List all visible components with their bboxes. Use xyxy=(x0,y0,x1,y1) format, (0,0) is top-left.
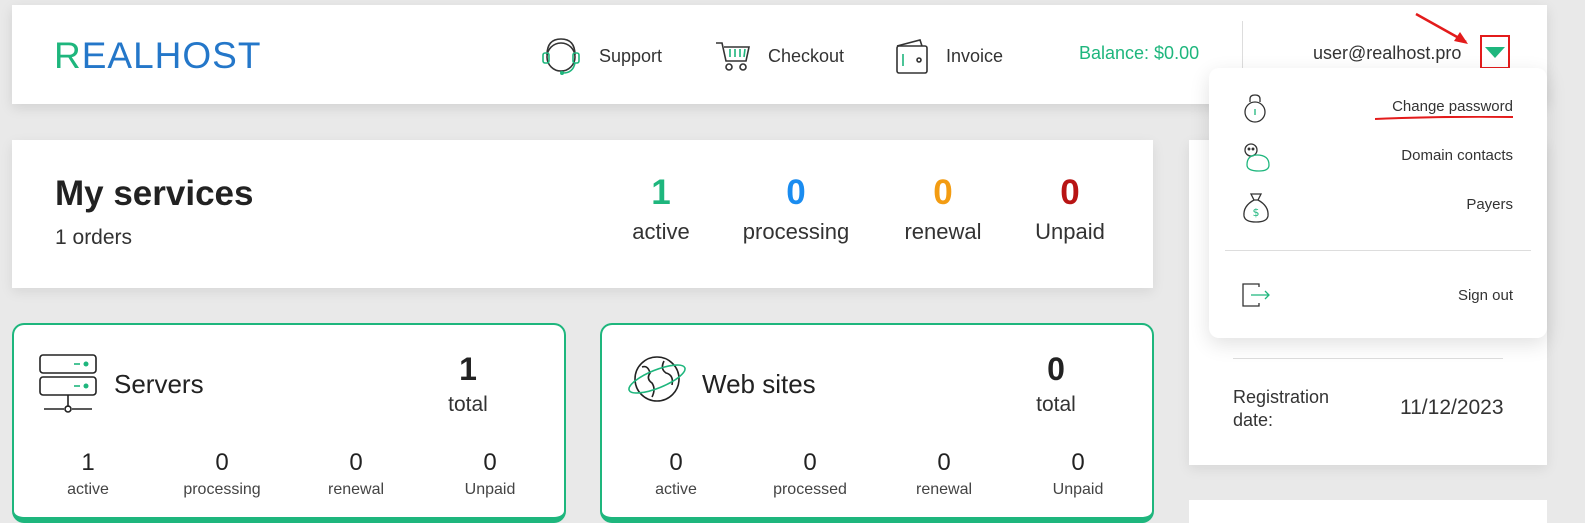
card-stat-value: 0 xyxy=(349,449,363,476)
menu-item-label: Sign out xyxy=(1457,287,1513,304)
logo-text: EALHOST xyxy=(81,35,262,76)
my-services-panel: My services 1 orders 1 active 0 processi… xyxy=(12,140,1153,288)
nav-invoice[interactable]: Invoice xyxy=(894,31,1003,81)
card-stat-active[interactable]: 1 active xyxy=(23,449,153,499)
card-total-value: 1 xyxy=(459,351,477,387)
card-stat-label: processed xyxy=(773,481,847,498)
server-icon xyxy=(39,354,97,413)
menu-divider xyxy=(1225,250,1531,251)
nav-support[interactable]: Support xyxy=(539,31,662,81)
money-bag-icon: $ xyxy=(1243,193,1269,223)
support-headset-icon xyxy=(542,38,580,75)
card-stat-value: 0 xyxy=(483,449,497,476)
card-stat-label: processing xyxy=(183,481,261,498)
svg-text:$: $ xyxy=(1253,206,1260,219)
card-stat-renewal[interactable]: 0 renewal xyxy=(879,449,1009,499)
card-stat-unpaid[interactable]: 0 Unpaid xyxy=(1013,449,1143,499)
registration-label: Registration date: xyxy=(1233,386,1353,433)
registration-date: 11/12/2023 xyxy=(1400,396,1504,419)
card-stat-label: Unpaid xyxy=(1052,481,1104,498)
nav-invoice-label: Invoice xyxy=(946,45,1004,66)
card-stat-value: 1 xyxy=(81,449,95,476)
menu-item-label: Payers xyxy=(1466,196,1513,213)
card-stat-value: 0 xyxy=(937,449,951,476)
chevron-down-icon xyxy=(1485,46,1505,58)
user-menu-toggle-button[interactable] xyxy=(1480,35,1510,69)
globe-icon xyxy=(628,356,686,402)
servers-card[interactable]: Servers 1 total 1 active 0 processing 0 … xyxy=(12,323,566,523)
menu-item-label: Change password xyxy=(1392,98,1513,115)
nav-checkout-label: Checkout xyxy=(768,45,845,66)
card-total-label: total xyxy=(448,393,488,416)
stat-label: active xyxy=(632,218,690,244)
card-stat-label: Unpaid xyxy=(464,481,516,498)
divider xyxy=(1233,358,1503,359)
stat-value: 1 xyxy=(651,173,671,212)
registration-label-text: Registration date: xyxy=(1233,387,1330,431)
menu-item-label: Domain contacts xyxy=(1401,147,1513,164)
card-stat-unpaid[interactable]: 0 Unpaid xyxy=(425,449,555,499)
stat-label: renewal xyxy=(904,218,982,244)
card-stat-value: 0 xyxy=(669,449,683,476)
websites-card[interactable]: Web sites 0 total 0 active 0 processed 0… xyxy=(600,323,1154,523)
annotation-underline xyxy=(1375,116,1513,120)
card-total-label: total xyxy=(1036,393,1076,416)
page-title: My services xyxy=(55,174,254,213)
wallet-icon xyxy=(896,39,928,74)
menu-item-change-password[interactable]: Change password xyxy=(1209,88,1547,128)
cart-icon xyxy=(716,42,750,71)
logo-letter: R xyxy=(54,35,82,76)
services-stat-active[interactable]: 1 active xyxy=(624,173,698,245)
balance-display[interactable]: Balance: $0.00 xyxy=(1079,43,1199,64)
card-title: Web sites xyxy=(702,369,816,399)
contacts-icon xyxy=(1244,143,1270,172)
card-stat-value: 0 xyxy=(1071,449,1085,476)
stat-value: 0 xyxy=(1060,173,1080,212)
menu-item-domain-contacts[interactable]: Domain contacts xyxy=(1209,137,1547,177)
sign-out-icon xyxy=(1242,283,1270,307)
card-stat-value: 0 xyxy=(803,449,817,476)
card-stat-label: renewal xyxy=(327,481,385,498)
stat-label: Unpaid xyxy=(1035,218,1105,244)
card-stat-processed[interactable]: 0 processed xyxy=(745,449,875,499)
stat-value: 0 xyxy=(786,173,806,212)
nav-support-label: Support xyxy=(599,45,663,66)
services-stat-unpaid[interactable]: 0 Unpaid xyxy=(1024,173,1116,245)
annotation-arrow-icon xyxy=(1415,12,1468,44)
card-stat-active[interactable]: 0 active xyxy=(611,449,741,499)
user-dropdown-menu: Change password Domain contacts $ Payers… xyxy=(1209,68,1547,338)
card-stat-label: active xyxy=(655,481,697,498)
stat-label: processing xyxy=(742,218,850,244)
account-panel-secondary xyxy=(1189,500,1547,523)
nav-checkout[interactable]: Checkout xyxy=(714,31,844,81)
card-total-value: 0 xyxy=(1047,351,1065,387)
lock-icon xyxy=(1244,94,1266,123)
menu-item-payers[interactable]: $ Payers xyxy=(1209,186,1547,226)
menu-item-sign-out[interactable]: Sign out xyxy=(1209,277,1547,317)
card-stat-renewal[interactable]: 0 renewal xyxy=(291,449,421,499)
card-stat-processing[interactable]: 0 processing xyxy=(157,449,287,499)
card-stat-value: 0 xyxy=(215,449,229,476)
card-stat-label: renewal xyxy=(915,481,973,498)
card-stat-label: active xyxy=(67,481,109,498)
realhost-logo[interactable]: REALHOST xyxy=(54,37,261,74)
stat-value: 0 xyxy=(933,173,953,212)
orders-count: 1 orders xyxy=(55,226,133,249)
services-stat-processing[interactable]: 0 processing xyxy=(734,173,858,245)
card-title: Servers xyxy=(114,369,204,399)
services-stat-renewal[interactable]: 0 renewal xyxy=(892,173,994,245)
